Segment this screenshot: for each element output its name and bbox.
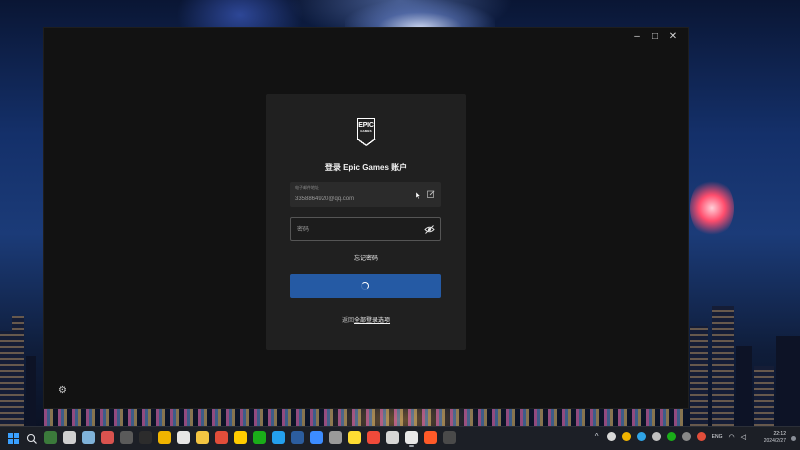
loading-spinner-icon xyxy=(361,282,369,290)
wifi-icon[interactable]: ◠ xyxy=(729,433,735,441)
taskbar-app-icon[interactable] xyxy=(424,431,437,444)
tray-app-icon[interactable] xyxy=(666,432,676,441)
tray-app-icon[interactable] xyxy=(621,432,631,441)
language-indicator[interactable]: ENG xyxy=(712,434,723,440)
taskbar-app-icon[interactable] xyxy=(158,431,171,444)
tray-overflow-icon[interactable]: ^ xyxy=(593,432,601,441)
email-input[interactable] xyxy=(295,194,405,203)
pinned-apps xyxy=(44,431,456,447)
taskbar-app-icon[interactable] xyxy=(405,431,418,447)
taskbar-app-icon[interactable] xyxy=(215,431,228,444)
tray-app-icon[interactable] xyxy=(696,432,706,441)
password-field[interactable] xyxy=(290,217,441,241)
clock-time: 22:12 xyxy=(773,431,786,437)
back-link-prefix: 返回 xyxy=(341,318,354,324)
tray-app-icon[interactable] xyxy=(606,432,616,441)
forgot-password-link[interactable]: 忘记密码 xyxy=(266,253,466,262)
window-controls: – □ ✕ xyxy=(630,30,680,44)
taskbar-app-icon[interactable] xyxy=(120,431,133,444)
tray-app-icon[interactable] xyxy=(651,432,661,441)
login-card: EPIC GAMES 登录 Epic Games 账户 电子邮件地址 忘记密码 xyxy=(266,94,466,350)
volume-icon[interactable]: ◁ xyxy=(741,433,746,441)
system-tray: ^ ENG ◠ ◁ xyxy=(593,432,746,441)
windows-start-icon[interactable] xyxy=(8,433,19,444)
close-button[interactable]: ✕ xyxy=(666,30,680,44)
taskbar-app-icon[interactable] xyxy=(63,431,76,444)
tray-app-icon[interactable] xyxy=(636,432,646,441)
taskbar-app-icon[interactable] xyxy=(196,431,209,444)
taskbar-app-icon[interactable] xyxy=(253,431,266,444)
logo-text-top: EPIC xyxy=(358,122,374,129)
maximize-button[interactable]: □ xyxy=(648,30,662,44)
settings-gear-icon[interactable]: ⚙ xyxy=(58,386,68,396)
epic-launcher-window: – □ ✕ EPIC GAMES 登录 Epic Games 账户 电子邮件地址 xyxy=(44,28,688,408)
search-icon[interactable] xyxy=(26,433,38,445)
email-label: 电子邮件地址 xyxy=(295,185,319,190)
taskbar-app-icon[interactable] xyxy=(310,431,323,444)
clock-date: 2024/2/27 xyxy=(763,438,786,444)
system-clock[interactable]: 22:12 2024/2/27 xyxy=(764,431,786,445)
tray-app-icon[interactable] xyxy=(681,432,691,441)
minimize-button[interactable]: – xyxy=(630,30,644,44)
back-to-login-options-link[interactable]: 返回全部登录选项 xyxy=(266,315,466,324)
taskbar: ^ ENG ◠ ◁ 22:12 2024/2/27 xyxy=(0,426,800,450)
taskbar-app-icon[interactable] xyxy=(44,431,57,444)
mouse-pointer-icon xyxy=(416,192,421,199)
taskbar-app-icon[interactable] xyxy=(329,431,342,444)
taskbar-app-icon[interactable] xyxy=(272,431,285,444)
taskbar-app-icon[interactable] xyxy=(177,431,190,444)
firework xyxy=(690,178,734,238)
taskbar-app-icon[interactable] xyxy=(367,431,380,444)
email-field[interactable]: 电子邮件地址 xyxy=(290,182,441,207)
back-link-highlight: 全部登录选项 xyxy=(354,318,391,324)
login-button[interactable] xyxy=(290,274,441,298)
notification-icon[interactable] xyxy=(791,436,796,441)
taskbar-app-icon[interactable] xyxy=(234,431,247,444)
login-title: 登录 Epic Games 账户 xyxy=(324,163,408,172)
taskbar-app-icon[interactable] xyxy=(82,431,95,444)
edit-icon[interactable] xyxy=(427,190,435,198)
taskbar-app-icon[interactable] xyxy=(443,431,456,444)
taskbar-app-icon[interactable] xyxy=(291,431,304,444)
taskbar-app-icon[interactable] xyxy=(386,431,399,444)
eye-off-icon[interactable] xyxy=(424,224,435,235)
epic-games-logo: EPIC GAMES xyxy=(356,118,376,146)
logo-text-bottom: GAMES xyxy=(360,129,372,133)
riverside-lights xyxy=(44,406,687,426)
taskbar-app-icon[interactable] xyxy=(348,431,361,444)
taskbar-app-icon[interactable] xyxy=(139,431,152,444)
password-input[interactable] xyxy=(297,225,407,234)
firework-glow xyxy=(345,0,495,28)
taskbar-app-icon[interactable] xyxy=(101,431,114,444)
